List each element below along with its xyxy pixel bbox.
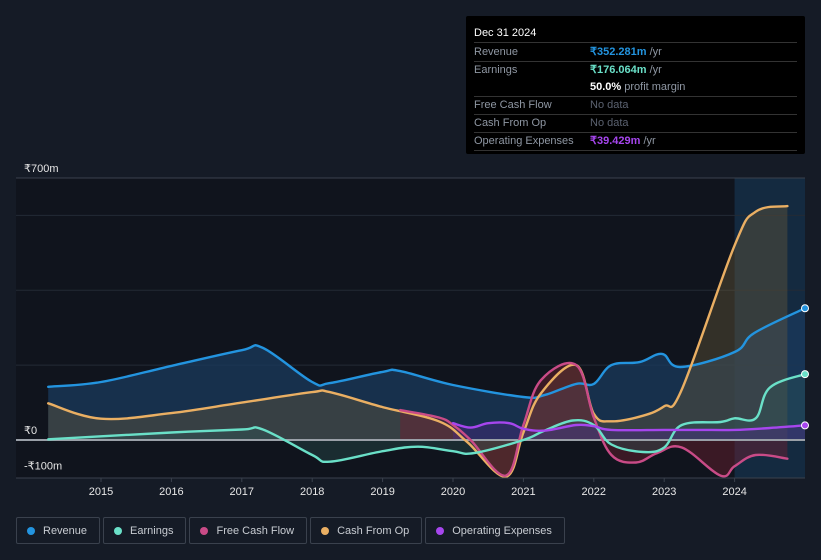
tooltip-row-value: 50.0% profit margin [590,81,686,93]
tooltip-row-value: No data [590,117,629,129]
tooltip-row-label: Free Cash Flow [474,99,552,111]
tooltip-row-value: ₹176.064m /yr [590,64,662,76]
x-tick-label: 2017 [230,486,254,498]
endpoint-earnings[interactable] [801,370,809,379]
legend-label: Revenue [43,524,88,537]
x-tick-label: 2024 [722,486,746,498]
tooltip-panel: Dec 31 2024 Revenue ₹352.281m /yr Earnings… [466,16,805,154]
tooltip-row-label [474,79,590,96]
legend-dot-icon [200,526,209,535]
endpoint-operating-expenses[interactable] [801,421,809,430]
legend-label: Operating Expenses [452,524,552,537]
x-tick-label: 2023 [652,486,676,498]
x-tick-label: 2015 [89,486,113,498]
tooltip-row-value: ₹39.429m /yr [590,135,656,147]
legend-label: Free Cash Flow [216,524,295,537]
y-tick-label: ₹700m [24,163,59,175]
tooltip-row: Earnings ₹176.064m /yr [474,62,797,79]
legend-label: Cash From Op [337,524,410,537]
x-tick-label: 2018 [300,486,324,498]
legend-dot-icon [114,526,123,535]
tooltip-row-label: Operating Expenses [474,135,574,147]
legend-item-earnings[interactable]: Earnings [103,517,187,544]
x-tick-label: 2020 [441,486,465,498]
tooltip-row-value: ₹352.281m /yr [590,46,662,58]
y-tick-label: -₹100m [24,460,62,472]
x-tick-label: 2016 [159,486,183,498]
tooltip-row: Cash From Op No data [474,115,797,133]
y-tick-label: ₹0 [24,425,37,437]
tooltip-row: Revenue ₹352.281m /yr [474,44,797,62]
legend-dot-icon [321,526,330,535]
tooltip-row: Free Cash Flow No data [474,97,797,115]
legend-item-cash-from-op[interactable]: Cash From Op [310,517,423,544]
x-tick-label: 2022 [582,486,606,498]
tooltip-row-label: Revenue [474,46,519,58]
tooltip-date: Dec 31 2024 [474,24,797,43]
legend-dot-icon [27,526,35,535]
tooltip-row-value: No data [590,99,629,111]
endpoint-revenue[interactable] [801,304,809,313]
x-tick-label: 2019 [370,486,394,498]
tooltip-row-label: Cash From Op [474,117,547,129]
legend-item-operating-expenses[interactable]: Operating Expenses [425,517,565,544]
tooltip-row-label: Earnings [474,64,518,76]
x-tick-label: 2021 [511,486,535,498]
legend-item-revenue[interactable]: Revenue [16,517,101,544]
legend-item-free-cash-flow[interactable]: Free Cash Flow [189,517,308,544]
legend-label: Earnings [130,524,174,537]
legend: Revenue Earnings Free Cash Flow Cash From O… [16,517,565,544]
tooltip-row: 50.0% profit margin [474,79,797,97]
legend-dot-icon [436,526,445,535]
tooltip-row: Operating Expenses ₹39.429m /yr [474,133,797,151]
